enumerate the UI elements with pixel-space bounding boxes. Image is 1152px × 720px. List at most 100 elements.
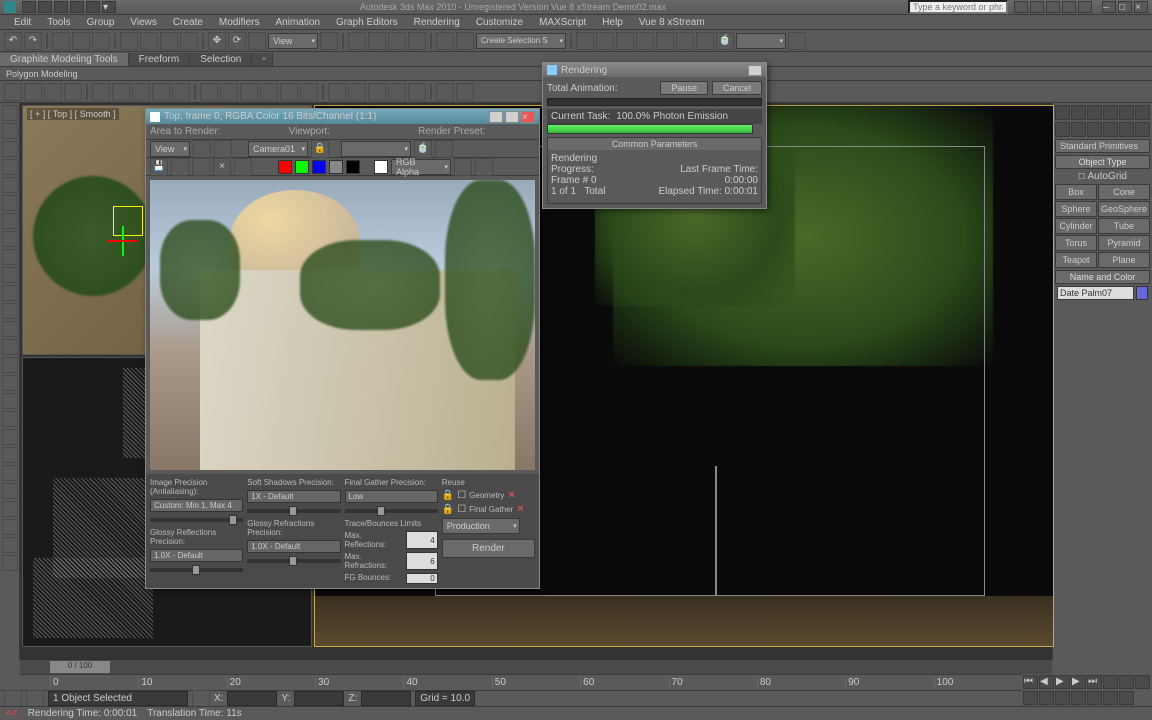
clear-icon[interactable]: ×	[213, 158, 231, 176]
lights-cat-icon[interactable]	[1087, 122, 1102, 137]
undo-icon[interactable]: ↶	[4, 32, 22, 50]
box-button[interactable]: Box	[1055, 184, 1097, 200]
play-icon[interactable]: ▶	[1055, 675, 1070, 689]
prev-frame-icon[interactable]: ◀	[1039, 675, 1054, 689]
nav6-icon[interactable]	[1087, 691, 1102, 705]
lt20-icon[interactable]	[2, 447, 18, 463]
rw-close-button[interactable]: ×	[521, 111, 535, 123]
lt15-icon[interactable]	[2, 357, 18, 373]
display-tab-icon[interactable]	[1119, 105, 1134, 120]
mt3-icon[interactable]	[44, 83, 62, 101]
red-channel-icon[interactable]	[278, 160, 292, 174]
alpha-channel-icon[interactable]	[329, 160, 343, 174]
lt23-icon[interactable]	[2, 501, 18, 517]
mt15-icon[interactable]	[300, 83, 318, 101]
nav8-icon[interactable]	[1119, 691, 1134, 705]
y-input[interactable]	[294, 691, 344, 706]
space-cat-icon[interactable]	[1135, 122, 1150, 137]
snap-icon[interactable]	[348, 32, 366, 50]
mt22-icon[interactable]	[456, 83, 474, 101]
bind-icon[interactable]	[92, 32, 110, 50]
help2-icon[interactable]	[1030, 1, 1044, 13]
menu-grapheditors[interactable]: Graph Editors	[332, 16, 402, 29]
mt1-icon[interactable]	[4, 83, 22, 101]
torus-button[interactable]: Torus	[1055, 235, 1097, 251]
named-sel-icon[interactable]	[436, 32, 454, 50]
lt7-icon[interactable]	[2, 213, 18, 229]
menu-edit[interactable]: Edit	[10, 16, 35, 29]
render-output[interactable]	[150, 180, 535, 470]
sphere-button[interactable]: Sphere	[1055, 201, 1097, 217]
rw-opt2-icon[interactable]	[475, 158, 493, 176]
nav5-icon[interactable]	[1071, 691, 1086, 705]
rw-opt1-icon[interactable]	[454, 158, 472, 176]
select-name-icon[interactable]	[140, 32, 158, 50]
render-frame-window[interactable]: Top, frame 0, RGBA Color 16 Bits/Channel…	[145, 108, 540, 589]
teapot-button[interactable]: Teapot	[1055, 252, 1097, 268]
mt5-icon[interactable]	[92, 83, 110, 101]
object-type-header[interactable]: Object Type	[1055, 155, 1150, 169]
glossy-refr-field[interactable]: 1.0X - Default	[247, 540, 340, 553]
plane-button[interactable]: Plane	[1098, 252, 1150, 268]
key-mode-icon[interactable]	[1103, 675, 1118, 689]
chk1[interactable]: ☐	[457, 490, 466, 501]
scale-icon[interactable]	[248, 32, 266, 50]
lt4-icon[interactable]	[2, 159, 18, 175]
align-icon[interactable]	[576, 32, 594, 50]
glossy-refl-slider[interactable]	[150, 568, 243, 572]
utilities-tab-icon[interactable]	[1135, 105, 1150, 120]
name-color-header[interactable]: Name and Color	[1055, 270, 1150, 284]
schematic-icon[interactable]	[636, 32, 654, 50]
pause-button[interactable]: Pause	[660, 81, 708, 95]
script-icon[interactable]	[4, 690, 22, 708]
move-icon[interactable]: ✥	[208, 32, 226, 50]
bg-swatch[interactable]	[374, 160, 388, 174]
psnap-icon[interactable]	[388, 32, 406, 50]
help5-icon[interactable]	[1078, 1, 1092, 13]
mt8-icon[interactable]	[152, 83, 170, 101]
menu-tools[interactable]: Tools	[43, 16, 74, 29]
nav1-icon[interactable]	[1135, 675, 1150, 689]
ssnap-icon[interactable]	[408, 32, 426, 50]
render-preset-dropdown[interactable]	[736, 33, 786, 49]
channel-dropdown[interactable]: RGB Alpha	[391, 159, 451, 175]
img-prec-slider[interactable]	[150, 518, 243, 522]
area-dropdown[interactable]: View	[150, 141, 190, 157]
ribbon-tab-selection[interactable]: Selection	[190, 53, 252, 66]
cameras-cat-icon[interactable]	[1103, 122, 1118, 137]
pyramid-button[interactable]: Pyramid	[1098, 235, 1150, 251]
qat-new-icon[interactable]	[22, 1, 36, 13]
viewport-dropdown[interactable]: Camera01	[248, 141, 308, 157]
cone-button[interactable]: Cone	[1098, 184, 1150, 200]
lt11-icon[interactable]	[2, 285, 18, 301]
glossy-refl-field[interactable]: 1.0X - Default	[150, 549, 243, 562]
shapes-cat-icon[interactable]	[1071, 122, 1086, 137]
soft-slider[interactable]	[247, 509, 340, 513]
copy-img-icon[interactable]	[171, 158, 189, 176]
menu-maxscript[interactable]: MAXScript	[535, 16, 590, 29]
soft-field[interactable]: 1X - Default	[247, 490, 340, 503]
blue-channel-icon[interactable]	[312, 160, 326, 174]
goto-start-icon[interactable]: ⏮	[1023, 675, 1038, 689]
lock-sel-icon[interactable]	[192, 690, 210, 708]
lt12-icon[interactable]	[2, 303, 18, 319]
cylinder-button[interactable]: Cylinder	[1055, 218, 1097, 234]
final-field[interactable]: Low	[345, 490, 438, 503]
mt14-icon[interactable]	[280, 83, 298, 101]
z-input[interactable]	[361, 691, 411, 706]
mt7-icon[interactable]	[132, 83, 150, 101]
close-button[interactable]: ×	[1134, 1, 1148, 13]
modify-tab-icon[interactable]	[1071, 105, 1086, 120]
menu-customize[interactable]: Customize	[472, 16, 527, 29]
lt22-icon[interactable]	[2, 483, 18, 499]
lt9-icon[interactable]	[2, 249, 18, 265]
cancel-button[interactable]: Cancel	[712, 81, 762, 95]
rotate-icon[interactable]: ⟳	[228, 32, 246, 50]
material-icon[interactable]	[656, 32, 674, 50]
preset-dropdown[interactable]	[341, 141, 411, 157]
move-gizmo-icon[interactable]	[108, 226, 138, 256]
viewport-label[interactable]: [ + ] [ Top ] [ Smooth ]	[27, 108, 119, 120]
print-icon[interactable]	[234, 158, 252, 176]
clone-img-icon[interactable]	[192, 158, 210, 176]
mt13-icon[interactable]	[260, 83, 278, 101]
